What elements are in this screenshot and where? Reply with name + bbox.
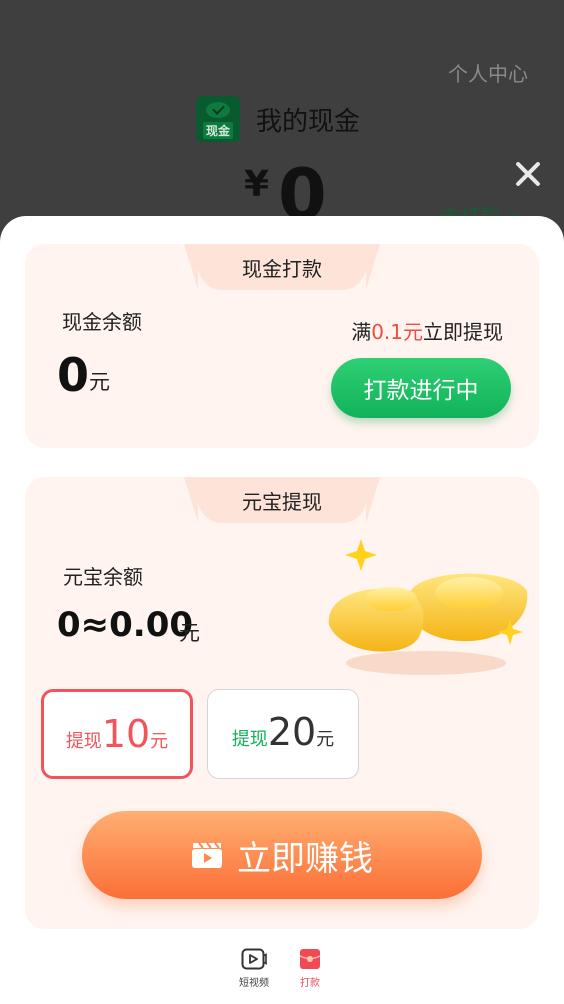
cash-logo-icon: 现金 [196,96,240,142]
cash-title: 我的现金 [256,106,361,137]
withdraw-option-unit: 元 [150,731,169,752]
close-icon[interactable] [512,158,544,190]
personal-center-link[interactable]: 个人中心 [448,58,528,87]
cash-balance-label: 现金余额 [62,310,142,334]
payout-in-progress-button[interactable]: 打款进行中 [331,358,511,418]
withdraw-option-amount: 20 [267,710,317,754]
red-envelope-icon [299,949,321,969]
tab-payout-label: 打款 [300,978,320,989]
cash-balance-unit: 元 [89,370,110,394]
cash-logo-text: 现金 [202,122,233,139]
withdraw-option-unit: 元 [316,729,335,750]
currency-symbol: ¥ [244,164,270,205]
gold-ingot-icon [328,539,528,675]
ingot-balance-unit: 元 [179,621,200,645]
ingot-balance-label: 元宝余额 [63,565,143,589]
condition-suffix: 立即提现 [423,320,503,344]
withdraw-option-10[interactable]: 提现 10 元 [41,689,193,779]
condition-amount: 0.1元 [371,320,423,344]
cash-payout-tab-title: 现金打款 [198,244,366,290]
withdraw-condition: 满0.1元立即提现 [351,316,503,345]
clapperboard-icon [192,842,222,868]
ingot-balance-value: 0≈0.00 [57,605,194,645]
tab-payout[interactable]: 打款 [282,944,338,1004]
ingot-withdraw-card: 元宝提现 元宝余额 0≈0.00 元 提现 10 元 提现 20 元 立即赚钱 [25,477,539,929]
withdraw-option-amount: 10 [101,712,151,756]
cash-payout-card: 现金打款 现金余额 0 元 满0.1元立即提现 打款进行中 [25,244,539,448]
withdraw-option-prefix: 提现 [231,729,268,750]
condition-prefix: 满 [351,320,372,344]
video-play-icon [241,948,267,970]
bottom-tabbar: 短视频 打款 [0,944,564,1004]
cash-title-row: 现金 我的现金 [196,96,360,142]
earn-now-label: 立即赚钱 [237,838,373,879]
ingot-withdraw-tab-title: 元宝提现 [198,477,366,523]
cash-balance-value: 0 [57,348,90,402]
withdraw-option-prefix: 提现 [65,731,102,752]
withdraw-sheet: 现金打款 现金余额 0 元 满0.1元立即提现 打款进行中 元宝提现 元宝余额 … [0,216,564,1004]
tab-short-video-label: 短视频 [239,978,269,989]
earn-now-button[interactable]: 立即赚钱 [82,811,482,899]
withdraw-option-20[interactable]: 提现 20 元 [207,689,359,779]
tab-short-video[interactable]: 短视频 [226,944,282,1004]
